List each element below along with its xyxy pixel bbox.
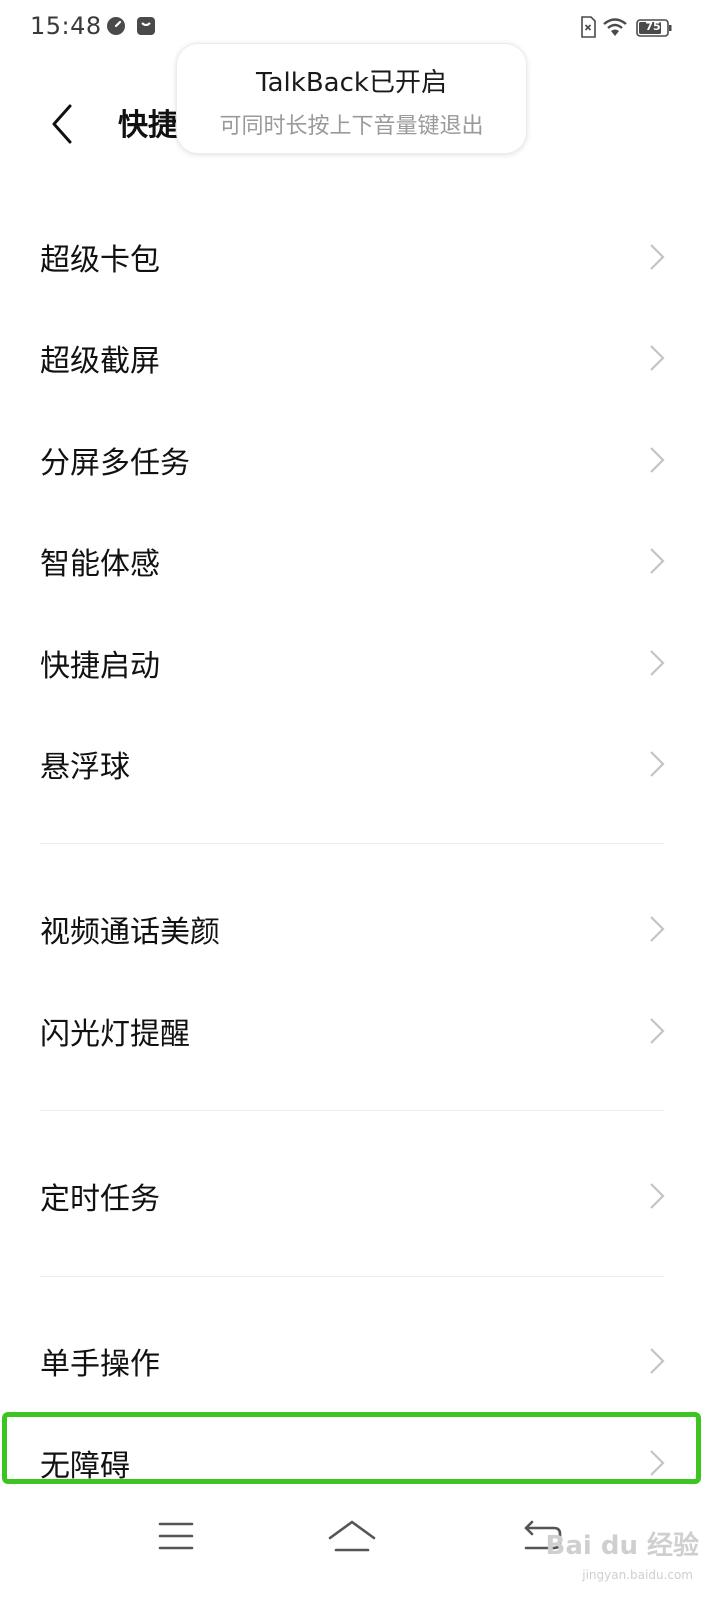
settings-item-label: 超级卡包 xyxy=(40,243,160,278)
watermark-logo: Bai du 经验 xyxy=(545,1531,700,1561)
toast-title: TalkBack已开启 xyxy=(256,68,447,98)
settings-item-label: 单手操作 xyxy=(40,1347,160,1382)
settings-item-label: 分屏多任务 xyxy=(40,446,190,481)
back-arrow-icon[interactable] xyxy=(40,98,84,150)
chevron-right-icon xyxy=(649,547,665,575)
chevron-right-icon xyxy=(649,750,665,778)
section-divider xyxy=(40,843,664,844)
section-divider xyxy=(40,1276,664,1277)
highlight-box xyxy=(2,1412,701,1484)
chevron-right-icon xyxy=(649,1347,665,1375)
toast-subtitle: 可同时长按上下音量键退出 xyxy=(219,114,484,139)
chevron-right-icon xyxy=(649,446,665,474)
chevron-right-icon xyxy=(649,243,665,271)
settings-item-label: 视频通话美颜 xyxy=(40,915,220,950)
no-sim-icon xyxy=(580,16,596,42)
settings-item-label: 快捷启动 xyxy=(40,649,160,684)
settings-item-label: 定时任务 xyxy=(40,1182,160,1217)
settings-item[interactable]: 超级卡包 xyxy=(0,205,717,305)
settings-item[interactable]: 分屏多任务 xyxy=(0,408,717,508)
talkback-toast: TalkBack已开启 可同时长按上下音量键退出 xyxy=(176,43,527,154)
wifi-icon xyxy=(603,17,627,41)
home-icon[interactable] xyxy=(320,1508,384,1564)
settings-item[interactable]: 快捷启动 xyxy=(0,611,717,711)
status-time: 15:48 xyxy=(30,12,102,40)
chevron-right-icon xyxy=(649,649,665,677)
settings-item[interactable]: 视频通话美颜 xyxy=(0,877,717,977)
page-title: 快捷 xyxy=(118,108,178,143)
chevron-right-icon xyxy=(649,915,665,943)
settings-item[interactable]: 闪光灯提醒 xyxy=(0,979,717,1079)
settings-item[interactable]: 悬浮球 xyxy=(0,712,717,812)
settings-item[interactable]: 智能体感 xyxy=(0,509,717,609)
watermark-url: jingyan.baidu.com xyxy=(582,1568,693,1582)
settings-item-label: 闪光灯提醒 xyxy=(40,1017,190,1052)
battery-level: 75 xyxy=(645,20,661,33)
settings-item[interactable]: 单手操作 xyxy=(0,1309,717,1409)
chevron-right-icon xyxy=(649,344,665,372)
section-divider xyxy=(40,1110,664,1111)
settings-item-label: 悬浮球 xyxy=(40,750,130,785)
chevron-right-icon xyxy=(649,1182,665,1210)
chevron-right-icon xyxy=(649,1017,665,1045)
menu-icon[interactable] xyxy=(144,1508,208,1564)
settings-item[interactable]: 定时任务 xyxy=(0,1144,717,1244)
settings-item-label: 超级截屏 xyxy=(40,344,160,379)
settings-item[interactable]: 超级截屏 xyxy=(0,306,717,406)
speedometer-icon xyxy=(106,16,126,40)
notification-icon xyxy=(136,16,156,40)
settings-item-label: 智能体感 xyxy=(40,547,160,582)
